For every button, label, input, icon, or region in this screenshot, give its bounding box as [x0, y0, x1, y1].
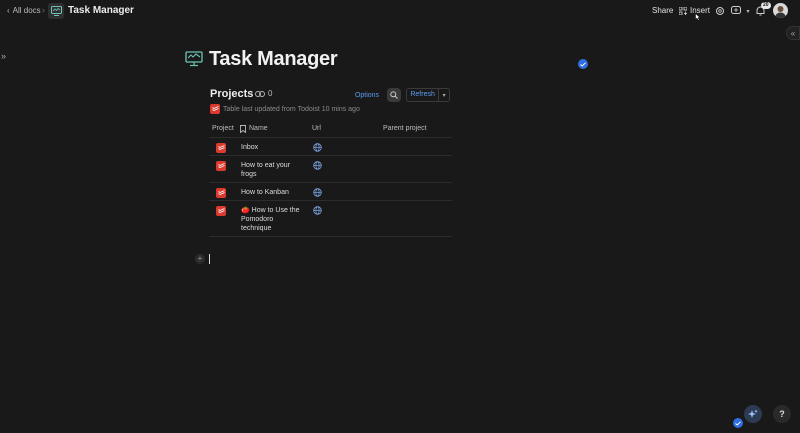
user-avatar-icon — [775, 6, 786, 18]
chevron-left-icon: ‹ — [7, 6, 10, 15]
globe-icon[interactable] — [313, 143, 322, 152]
todoist-logo-icon — [216, 161, 226, 171]
ai-assistant-button[interactable] — [744, 405, 762, 423]
table-header-row: Project Name Url Parent project — [209, 121, 452, 138]
grid-icon — [679, 6, 687, 15]
settings-gear-icon[interactable] — [714, 5, 726, 17]
table-row[interactable]: Inbox — [209, 138, 452, 156]
notification-badge: 20 — [761, 2, 771, 9]
double-chevron-left-icon: « — [790, 28, 796, 38]
mouse-cursor-icon — [695, 13, 701, 21]
globe-icon[interactable] — [313, 161, 322, 170]
search-button[interactable] — [387, 88, 401, 102]
todoist-logo-icon — [210, 104, 220, 114]
plus-icon: + — [197, 254, 203, 263]
all-docs-link[interactable]: ‹ All docs — [7, 6, 41, 15]
monitor-icon — [50, 6, 62, 16]
avatar[interactable] — [773, 3, 788, 18]
collapse-panel-button[interactable]: « — [786, 26, 800, 40]
breadcrumb-separator: › — [42, 5, 45, 15]
search-icon — [390, 91, 398, 99]
share-button[interactable]: Share — [652, 6, 673, 15]
check-badge-icon — [733, 418, 743, 428]
column-header-name[interactable]: Name — [249, 125, 268, 132]
globe-icon[interactable] — [313, 188, 322, 197]
expand-sidebar-button[interactable]: » — [1, 51, 6, 61]
row-name[interactable]: 🍅 How to Use the Pomodoro technique — [241, 206, 305, 233]
link-icon — [255, 90, 265, 97]
table-title[interactable]: Projects — [210, 88, 253, 100]
top-bar: ‹ All docs › Task Manager Share Insert ▾… — [0, 0, 800, 24]
projects-table: Project Name Url Parent project Inbox Ho… — [209, 121, 452, 237]
page-title[interactable]: Task Manager — [209, 48, 338, 71]
todoist-logo-icon — [216, 206, 226, 216]
refresh-button-group: Refresh ▾ — [406, 88, 450, 102]
column-header-url[interactable]: Url — [312, 125, 321, 132]
monitor-page-icon[interactable] — [185, 51, 203, 67]
doc-title-breadcrumb[interactable]: Task Manager — [68, 5, 134, 16]
check-badge-icon — [578, 59, 588, 69]
row-name[interactable]: How to eat your frogs — [241, 161, 305, 179]
doc-icon[interactable] — [48, 3, 64, 19]
table-row[interactable]: How to eat your frogs — [209, 156, 452, 183]
refresh-chevron-down-icon[interactable]: ▾ — [439, 92, 449, 99]
all-docs-label: All docs — [12, 6, 41, 15]
link-count[interactable]: 0 — [255, 89, 272, 98]
refresh-button[interactable]: Refresh — [407, 89, 440, 101]
text-cursor[interactable] — [209, 254, 210, 264]
sync-status-text: Table last updated from Todoist 10 mins … — [223, 105, 360, 113]
row-name[interactable]: How to Kanban — [241, 188, 305, 197]
question-mark-icon: ? — [779, 409, 785, 419]
bookmark-icon — [240, 125, 246, 133]
row-name[interactable]: Inbox — [241, 143, 305, 152]
add-block-button[interactable]: + — [195, 254, 205, 264]
todoist-logo-icon — [216, 188, 226, 198]
todoist-logo-icon — [216, 143, 226, 153]
table-row[interactable]: 🍅 How to Use the Pomodoro technique — [209, 201, 452, 237]
column-header-parent-project[interactable]: Parent project — [383, 125, 427, 132]
sync-status: Table last updated from Todoist 10 mins … — [210, 104, 360, 114]
help-button[interactable]: ? — [773, 405, 791, 423]
globe-icon[interactable] — [313, 206, 322, 215]
options-button[interactable]: Options — [352, 89, 382, 102]
comment-add-icon[interactable] — [730, 5, 742, 17]
link-count-value: 0 — [268, 89, 273, 98]
sparkle-icon — [748, 409, 758, 418]
column-header-project[interactable]: Project — [212, 125, 234, 132]
table-row[interactable]: How to Kanban — [209, 183, 452, 201]
double-chevron-right-icon: » — [1, 51, 7, 61]
chevron-down-icon[interactable]: ▾ — [742, 5, 754, 17]
